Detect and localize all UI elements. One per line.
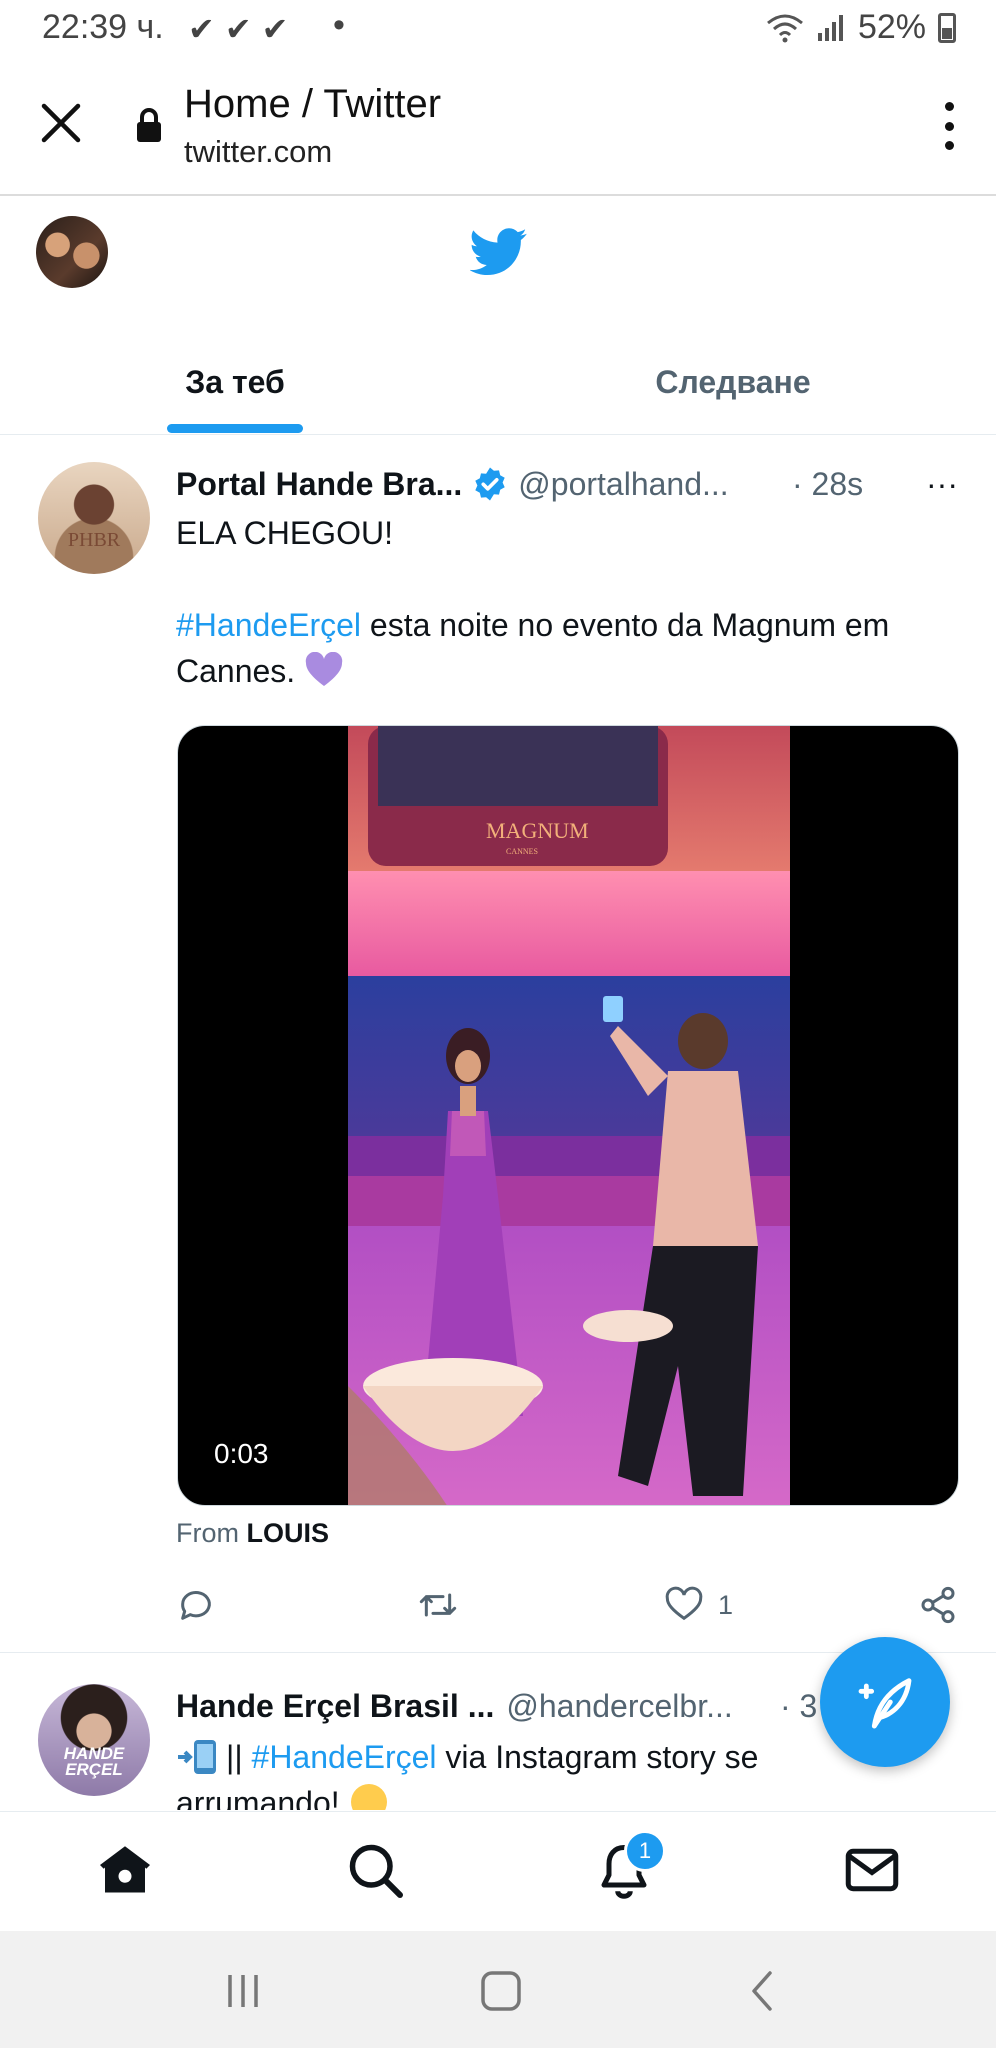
tweet-video[interactable]: MAGNUM CANNES 0:03	[177, 725, 959, 1506]
status-time: 22:39 ч.	[42, 8, 164, 46]
magnum-sign-sub: CANNES	[506, 847, 538, 856]
tweet-author-handle[interactable]: @portalhand...	[518, 466, 728, 503]
reply-button[interactable]	[176, 1580, 216, 1630]
status-bar: 22:39 ч. ✔✔✔ • 52%	[0, 0, 996, 60]
status-check-icons: ✔✔✔	[188, 11, 299, 47]
tweet-text-second-line: arrumando!	[176, 1785, 340, 1810]
verified-badge-icon	[475, 467, 505, 501]
active-tab-indicator	[167, 424, 303, 433]
star-struck-emoji-icon	[350, 1784, 387, 1810]
back-icon[interactable]	[738, 1969, 788, 2013]
tweet-avatar[interactable]: HANDE ERÇEL	[38, 1684, 150, 1796]
purple-heart-icon	[305, 652, 343, 686]
battery-icon	[938, 12, 956, 43]
browser-toolbar: Home / Twitter twitter.com	[0, 60, 996, 196]
heart-icon	[665, 1586, 703, 1621]
retweet-icon	[419, 1593, 457, 1617]
mail-icon[interactable]	[842, 1840, 902, 1900]
wifi-icon	[766, 14, 803, 42]
like-button[interactable]: 1	[664, 1580, 733, 1630]
home-icon[interactable]	[95, 1840, 155, 1900]
video-source-prefix: From	[176, 1518, 247, 1548]
compose-tweet-button[interactable]	[820, 1637, 950, 1767]
timeline-tabs: За теб Следване	[0, 330, 996, 435]
signal-icon	[817, 14, 843, 41]
phone-arrow-icon	[178, 1740, 216, 1774]
bottom-navigation: 1	[0, 1811, 996, 1932]
close-icon[interactable]	[38, 100, 84, 146]
tweet-text-line: ELA CHEGOU!	[176, 515, 393, 551]
tweet-text-body: #HandeErçel esta noite no evento da Magn…	[176, 602, 966, 694]
tab-for-you[interactable]: За теб	[0, 330, 470, 434]
magnum-sign: MAGNUM	[486, 818, 589, 843]
hashtag-link[interactable]: #HandeErçel	[252, 1739, 437, 1775]
status-dot: •	[333, 6, 345, 44]
like-count: 1	[718, 1589, 734, 1620]
battery-percent: 52%	[857, 8, 926, 46]
avatar-logo-text: PHBR	[67, 529, 121, 551]
search-icon[interactable]	[345, 1840, 405, 1900]
tweet-author-handle[interactable]: @handercelbr...	[506, 1688, 732, 1725]
tweet-text-continued: via Instagram story se	[436, 1739, 759, 1775]
recent-apps-icon[interactable]	[218, 1969, 268, 2013]
home-button-icon[interactable]	[476, 1969, 526, 2013]
tweet-author-name[interactable]: Hande Erçel Brasil ...	[176, 1688, 494, 1725]
page-url[interactable]: twitter.com	[184, 134, 332, 170]
tweet-timestamp[interactable]: · 3	[780, 1688, 817, 1725]
tab-following[interactable]: Следване	[498, 330, 968, 434]
notification-badge: 1	[624, 1830, 666, 1872]
profile-avatar[interactable]	[36, 216, 108, 288]
tweet-more-icon[interactable]: ···	[926, 466, 958, 503]
status-right: 52%	[766, 8, 956, 47]
tweet-author-name[interactable]: Portal Hande Bra...	[176, 466, 462, 503]
hashtag-link[interactable]: #HandeErçel	[176, 607, 361, 643]
more-vert-icon[interactable]	[942, 102, 956, 150]
share-button[interactable]	[918, 1580, 958, 1630]
share-icon	[921, 1586, 955, 1624]
reply-icon	[181, 1591, 211, 1620]
compose-feather-icon	[858, 1678, 912, 1729]
tweet-text-line: arrumando!	[176, 1780, 389, 1810]
tweet-avatar[interactable]: PHBR	[38, 462, 150, 574]
video-frame: MAGNUM CANNES	[348, 726, 790, 1505]
tweet-header: Portal Hande Bra... @portalhand... · 28s…	[176, 462, 966, 506]
twitter-bird-icon[interactable]	[470, 228, 528, 276]
video-source-name[interactable]: LOUIS	[247, 1518, 330, 1548]
video-source: From LOUIS	[176, 1518, 329, 1549]
avatar-logo-text: HANDE ERÇEL	[63, 1744, 125, 1779]
tweet-prefix: ||	[226, 1739, 243, 1775]
tweet-timestamp[interactable]: · 28s	[792, 466, 863, 503]
page-title[interactable]: Home / Twitter	[184, 82, 441, 127]
lock-icon[interactable]	[134, 106, 164, 146]
video-duration: 0:03	[214, 1438, 269, 1469]
retweet-button[interactable]	[418, 1580, 458, 1630]
system-navigation-bar	[0, 1931, 996, 2048]
